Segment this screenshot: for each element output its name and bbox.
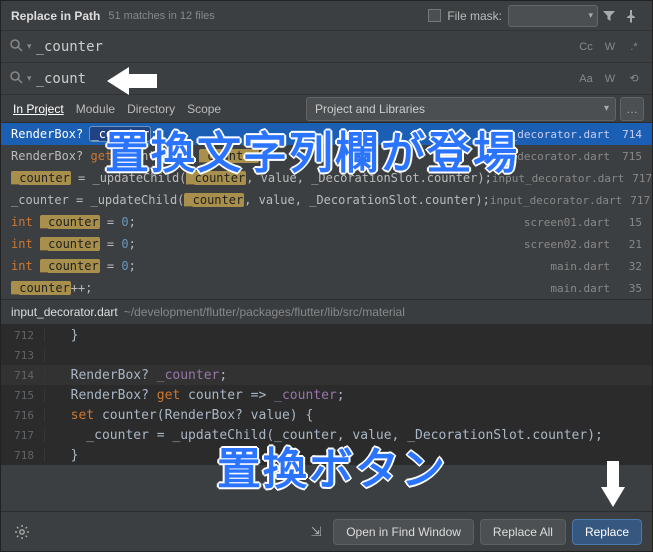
gutter-lineno: 718: [1, 449, 45, 462]
gutter-lineno: 713: [1, 349, 45, 362]
settings-icon[interactable]: [11, 521, 33, 543]
result-lineno: 717: [632, 172, 652, 185]
result-file: input_decorator.dart: [490, 194, 622, 207]
gutter-lineno: 716: [1, 409, 45, 422]
gutter-lineno: 712: [1, 329, 45, 342]
result-file: main.dart: [550, 282, 610, 295]
result-lineno: 32: [618, 260, 642, 273]
match-case-toggle[interactable]: Cc: [576, 37, 596, 57]
preview-filepath: ~/development/flutter/packages/flutter/l…: [124, 305, 405, 319]
result-file: input_decorator.dart: [478, 150, 610, 163]
result-lineno: 715: [618, 150, 642, 163]
result-line[interactable]: int _counter = 0;main.dart32: [1, 255, 652, 277]
dialog-title: Replace in Path: [11, 9, 100, 23]
file-mask-checkbox[interactable]: [428, 9, 441, 22]
result-line[interactable]: RenderBox? get counter => _counter;input…: [1, 145, 652, 167]
editor-line[interactable]: 714 RenderBox? _counter;: [1, 365, 652, 385]
gutter-lineno: 715: [1, 389, 45, 402]
preview-path: input_decorator.dart ~/development/flutt…: [1, 299, 652, 325]
match-count: 51 matches in 12 files: [108, 10, 214, 22]
result-file: main.dart: [550, 260, 610, 273]
preview-editor[interactable]: 712 } 713 714 RenderBox? _counter;715 Rend…: [1, 325, 652, 465]
search-row: ▾ Cc W .*: [1, 31, 652, 63]
replace-history-icon[interactable]: ▾: [27, 73, 32, 84]
result-lineno: 21: [618, 238, 642, 251]
regex-toggle[interactable]: .*: [624, 37, 644, 57]
replace-all-button[interactable]: Replace All: [480, 519, 566, 545]
result-lineno: 714: [618, 128, 642, 141]
scope-tab-project[interactable]: In Project: [9, 102, 68, 116]
replace-regex-toggle[interactable]: ⟲: [624, 69, 644, 89]
gutter-lineno: 714: [1, 369, 45, 382]
result-line[interactable]: _counter = _updateChild(_counter, value,…: [1, 167, 652, 189]
editor-line[interactable]: 715 RenderBox? get counter => _counter;: [1, 385, 652, 405]
result-line[interactable]: _counter++;main.dart35: [1, 277, 652, 299]
preview-filename: input_decorator.dart: [11, 305, 118, 319]
editor-line[interactable]: 713: [1, 345, 652, 365]
scope-tab-module[interactable]: Module: [72, 102, 119, 116]
search-input[interactable]: [36, 39, 572, 55]
replace-button[interactable]: Replace: [572, 519, 642, 545]
file-mask-group: File mask: ▾: [428, 5, 598, 27]
file-mask-label: File mask:: [447, 9, 502, 23]
result-lineno: 717: [630, 194, 650, 207]
new-window-icon[interactable]: ⇲: [305, 521, 327, 543]
titlebar: Replace in Path 51 matches in 12 files F…: [1, 1, 652, 31]
file-mask-combo[interactable]: ▾: [508, 5, 598, 27]
replace-icon: [9, 70, 23, 87]
words-toggle[interactable]: W: [600, 37, 620, 57]
result-line[interactable]: int _counter = 0;screen02.dart21: [1, 233, 652, 255]
scope-combo[interactable]: Project and Libraries: [306, 97, 616, 121]
result-lineno: 35: [618, 282, 642, 295]
annotation-arrow-down: [601, 487, 625, 507]
pin-icon[interactable]: [620, 5, 642, 27]
filter-icon[interactable]: [598, 5, 620, 27]
editor-line[interactable]: 712 }: [1, 325, 652, 345]
result-lineno: 15: [618, 216, 642, 229]
result-file: input_decorator.dart: [478, 128, 610, 141]
result-line[interactable]: _counter = _updateChild(_counter, value,…: [1, 189, 652, 211]
editor-line[interactable]: 717 _counter = _updateChild(_counter, va…: [1, 425, 652, 445]
open-in-find-window-button[interactable]: Open in Find Window: [333, 519, 474, 545]
result-file: input_decorator.dart: [492, 172, 624, 185]
annotation-arrow-left: [107, 67, 129, 95]
replace-words-toggle[interactable]: W: [600, 69, 620, 89]
scope-browse-button[interactable]: …: [620, 97, 644, 121]
result-file: screen02.dart: [524, 238, 610, 251]
gutter-lineno: 717: [1, 429, 45, 442]
results-list[interactable]: RenderBox? _counter;input_decorator.dart…: [1, 123, 652, 299]
footer: ⇲ Open in Find Window Replace All Replac…: [1, 511, 652, 551]
result-file: screen01.dart: [524, 216, 610, 229]
editor-line[interactable]: 718 }: [1, 445, 652, 465]
editor-line[interactable]: 716 set counter(RenderBox? value) {: [1, 405, 652, 425]
search-history-icon[interactable]: ▾: [27, 41, 32, 52]
result-line[interactable]: int _counter = 0;screen01.dart15: [1, 211, 652, 233]
result-line[interactable]: RenderBox? _counter;input_decorator.dart…: [1, 123, 652, 145]
replace-row: ▾ Aa W ⟲: [1, 63, 652, 95]
preserve-case-toggle[interactable]: Aa: [576, 69, 596, 89]
scope-tab-directory[interactable]: Directory: [123, 102, 179, 116]
scope-row: In Project Module Directory Scope Projec…: [1, 95, 652, 123]
search-icon: [9, 38, 23, 55]
scope-tab-scope[interactable]: Scope: [183, 102, 225, 116]
